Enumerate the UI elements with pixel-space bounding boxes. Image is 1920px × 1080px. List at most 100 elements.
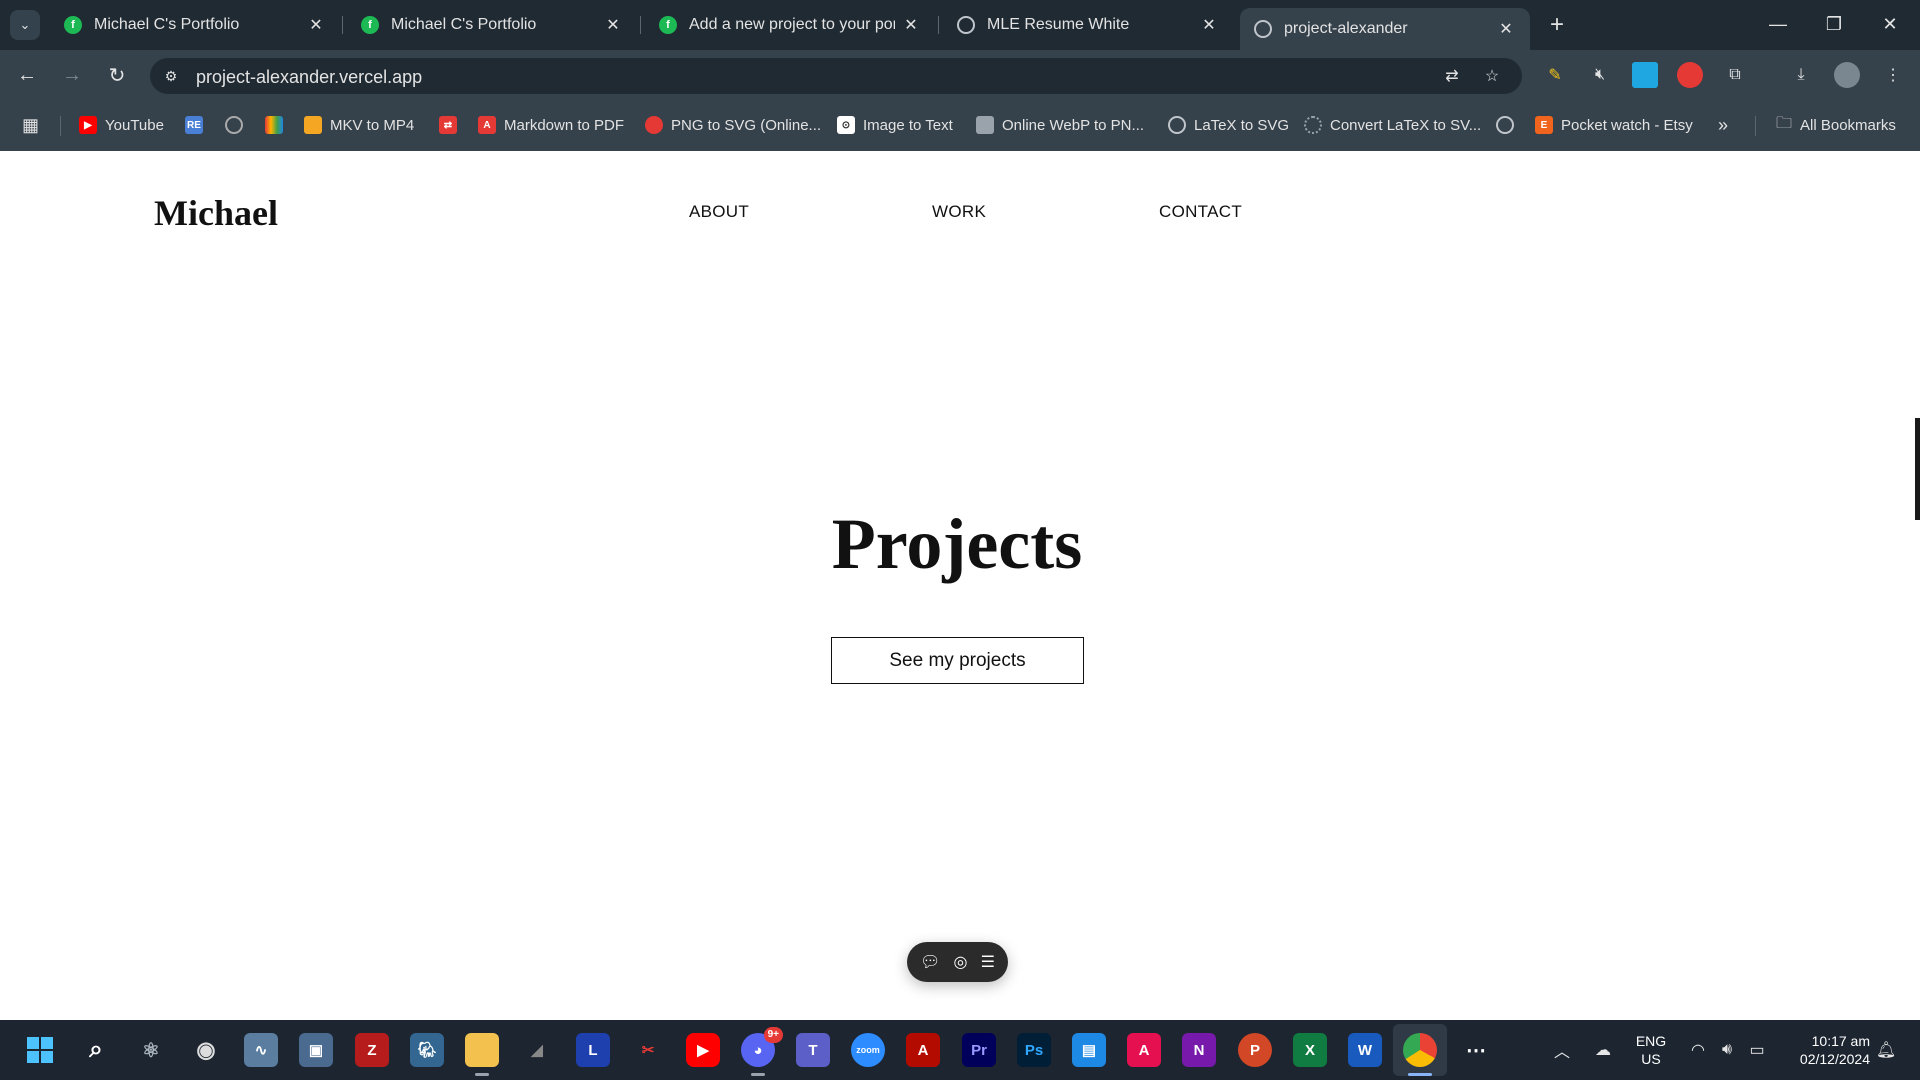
more-apps-icon[interactable]: ⋯: [1459, 1033, 1493, 1067]
highlighter-extension-icon[interactable]: ✎: [1542, 62, 1568, 88]
web-page: Michael ABOUT WORK CONTACT Projects See …: [0, 151, 1920, 1020]
obs-icon[interactable]: ◉: [189, 1033, 223, 1067]
bookmark-webp[interactable]: Online WebP to PN...: [976, 113, 1144, 137]
autocad-icon[interactable]: A: [1127, 1033, 1161, 1067]
extension-red-icon[interactable]: [1677, 62, 1703, 88]
resource-monitor-icon[interactable]: ∿: [244, 1033, 278, 1067]
file-explorer-icon[interactable]: [465, 1033, 499, 1067]
chrome-icon[interactable]: [1403, 1033, 1437, 1067]
atom-icon[interactable]: ⚛: [134, 1033, 168, 1067]
eye-icon[interactable]: ◎: [954, 952, 968, 972]
close-icon[interactable]: ✕: [603, 15, 623, 35]
close-icon: ✕: [1882, 13, 1898, 34]
profile-avatar[interactable]: [1834, 62, 1860, 88]
more-bookmarks-chevron-icon[interactable]: »: [1718, 113, 1728, 137]
discord-icon[interactable]: ◕ 9+: [741, 1027, 783, 1067]
site-logo[interactable]: Michael: [154, 192, 278, 234]
nav-work[interactable]: WORK: [932, 202, 986, 222]
download-icon[interactable]: ⤓: [1788, 62, 1814, 88]
list-icon[interactable]: ☰: [981, 952, 995, 972]
system-clock[interactable]: 10:17 am 02/12/2024: [1784, 1032, 1870, 1068]
search-icon[interactable]: ⌕: [79, 1033, 113, 1067]
bookmark-image-text[interactable]: ⊙ Image to Text: [837, 113, 953, 137]
bookmark-youtube[interactable]: ▶ YouTube: [79, 113, 164, 137]
close-icon[interactable]: ✕: [306, 15, 326, 35]
bookmark-latex-svg[interactable]: LaTeX to SVG: [1168, 113, 1289, 137]
scrollbar-thumb[interactable]: [1915, 418, 1920, 520]
nav-contact[interactable]: CONTACT: [1159, 202, 1242, 222]
all-bookmarks-button[interactable]: 🗀︎ All Bookmarks: [1776, 113, 1896, 137]
store-icon[interactable]: ▤: [1072, 1033, 1106, 1067]
tab-5-active[interactable]: project-alexander ✕: [1240, 8, 1530, 50]
snipping-tool-icon[interactable]: ✂: [631, 1033, 665, 1067]
extensions-puzzle-icon[interactable]: ⧉: [1722, 62, 1748, 88]
premiere-icon[interactable]: Pr: [962, 1033, 996, 1067]
language-indicator[interactable]: ENG US: [1630, 1032, 1672, 1068]
framer-green-icon: f: [361, 16, 379, 34]
translate-icon[interactable]: ⇄: [1440, 65, 1464, 87]
bookmark-globe[interactable]: [1496, 113, 1522, 137]
windows-start-icon[interactable]: [23, 1033, 57, 1067]
bookmark-star-icon[interactable]: ☆: [1480, 65, 1504, 87]
network-icon[interactable]: ▣: [299, 1033, 333, 1067]
bookmark-etsy[interactable]: E Pocket watch - Etsy: [1535, 113, 1693, 137]
onenote-icon[interactable]: N: [1182, 1033, 1216, 1067]
mute-icon[interactable]: 🔇︎: [1587, 62, 1613, 88]
wifi-icon[interactable]: ◠: [1684, 1037, 1712, 1063]
battery-icon[interactable]: ▭: [1743, 1037, 1771, 1063]
excel-icon[interactable]: X: [1293, 1033, 1327, 1067]
bookmark-convert[interactable]: ⇄: [439, 113, 465, 137]
tab-3[interactable]: f Add a new project to your portf ✕: [645, 8, 935, 42]
volume-icon[interactable]: 🔊︎: [1713, 1037, 1741, 1063]
site-info-icon[interactable]: ⚙: [160, 65, 182, 87]
fingerprint-icon: [225, 116, 243, 134]
language-code: ENG: [1635, 1033, 1667, 1049]
reload-button[interactable]: ↻: [102, 60, 132, 90]
powerpoint-icon[interactable]: P: [1238, 1033, 1272, 1067]
plus-icon: +: [1549, 11, 1564, 38]
tab-title: Michael C's Portfolio: [94, 16, 240, 33]
nav-about[interactable]: ABOUT: [689, 202, 749, 222]
tab-4[interactable]: MLE Resume White ✕: [943, 8, 1233, 42]
close-icon[interactable]: ✕: [1199, 15, 1219, 35]
postgresql-icon[interactable]: 🐘︎: [410, 1033, 444, 1067]
bookmark-fingerprint[interactable]: [225, 113, 251, 137]
extension-blue-icon[interactable]: [1632, 62, 1658, 88]
bookmark-convert-latex[interactable]: Convert LaTeX to SV...: [1304, 113, 1481, 137]
bookmark-png-svg[interactable]: PNG to SVG (Online...: [645, 113, 821, 137]
comment-icon[interactable]: 💬︎: [920, 952, 940, 972]
onedrive-cloud-icon[interactable]: ☁: [1589, 1037, 1617, 1063]
menu-kebab-icon[interactable]: ⋮: [1880, 62, 1906, 88]
acrobat-icon[interactable]: A: [906, 1033, 940, 1067]
teams-icon[interactable]: T: [796, 1033, 830, 1067]
close-icon[interactable]: ✕: [1496, 19, 1516, 39]
tab-1[interactable]: f Michael C's Portfolio ✕: [50, 8, 340, 42]
tab-2[interactable]: f Michael C's Portfolio ✕: [347, 8, 637, 42]
new-tab-button[interactable]: +: [1542, 10, 1572, 40]
word-icon[interactable]: W: [1348, 1033, 1382, 1067]
show-hidden-icons-chevron-icon[interactable]: ︿: [1548, 1037, 1576, 1063]
photoshop-icon[interactable]: Ps: [1017, 1033, 1051, 1067]
bookmark-colorgrid[interactable]: [265, 113, 291, 137]
apps-grid-icon[interactable]: ▦: [22, 113, 39, 137]
close-window-button[interactable]: ✕: [1870, 8, 1910, 40]
chevron-down-icon: ⌄: [19, 17, 31, 32]
zoom-icon[interactable]: zoom: [851, 1033, 885, 1067]
bookmark-repo[interactable]: RE: [185, 113, 211, 137]
see-projects-button[interactable]: See my projects: [831, 637, 1084, 684]
bookmark-mkv-to-mp4[interactable]: MKV to MP4: [304, 113, 414, 137]
close-icon[interactable]: ✕: [901, 15, 921, 35]
app-icon-grey[interactable]: ◢: [520, 1033, 554, 1067]
back-button[interactable]: ←: [12, 60, 42, 90]
forward-button[interactable]: →: [57, 60, 87, 90]
restore-button[interactable]: ❐: [1814, 8, 1854, 40]
url-text[interactable]: project-alexander.vercel.app: [196, 67, 422, 88]
tab-search-button[interactable]: ⌄: [10, 10, 40, 40]
youtube-app-icon[interactable]: ▶: [686, 1033, 720, 1067]
l-app-icon[interactable]: L: [576, 1033, 610, 1067]
filezilla-icon[interactable]: Z: [355, 1033, 389, 1067]
address-bar[interactable]: ⚙ project-alexander.vercel.app ⇄ ☆: [150, 58, 1522, 94]
notification-bell-icon[interactable]: 🔔︎: [1872, 1037, 1900, 1063]
bookmark-markdown-pdf[interactable]: A Markdown to PDF: [478, 113, 624, 137]
minimize-button[interactable]: —: [1758, 8, 1798, 40]
